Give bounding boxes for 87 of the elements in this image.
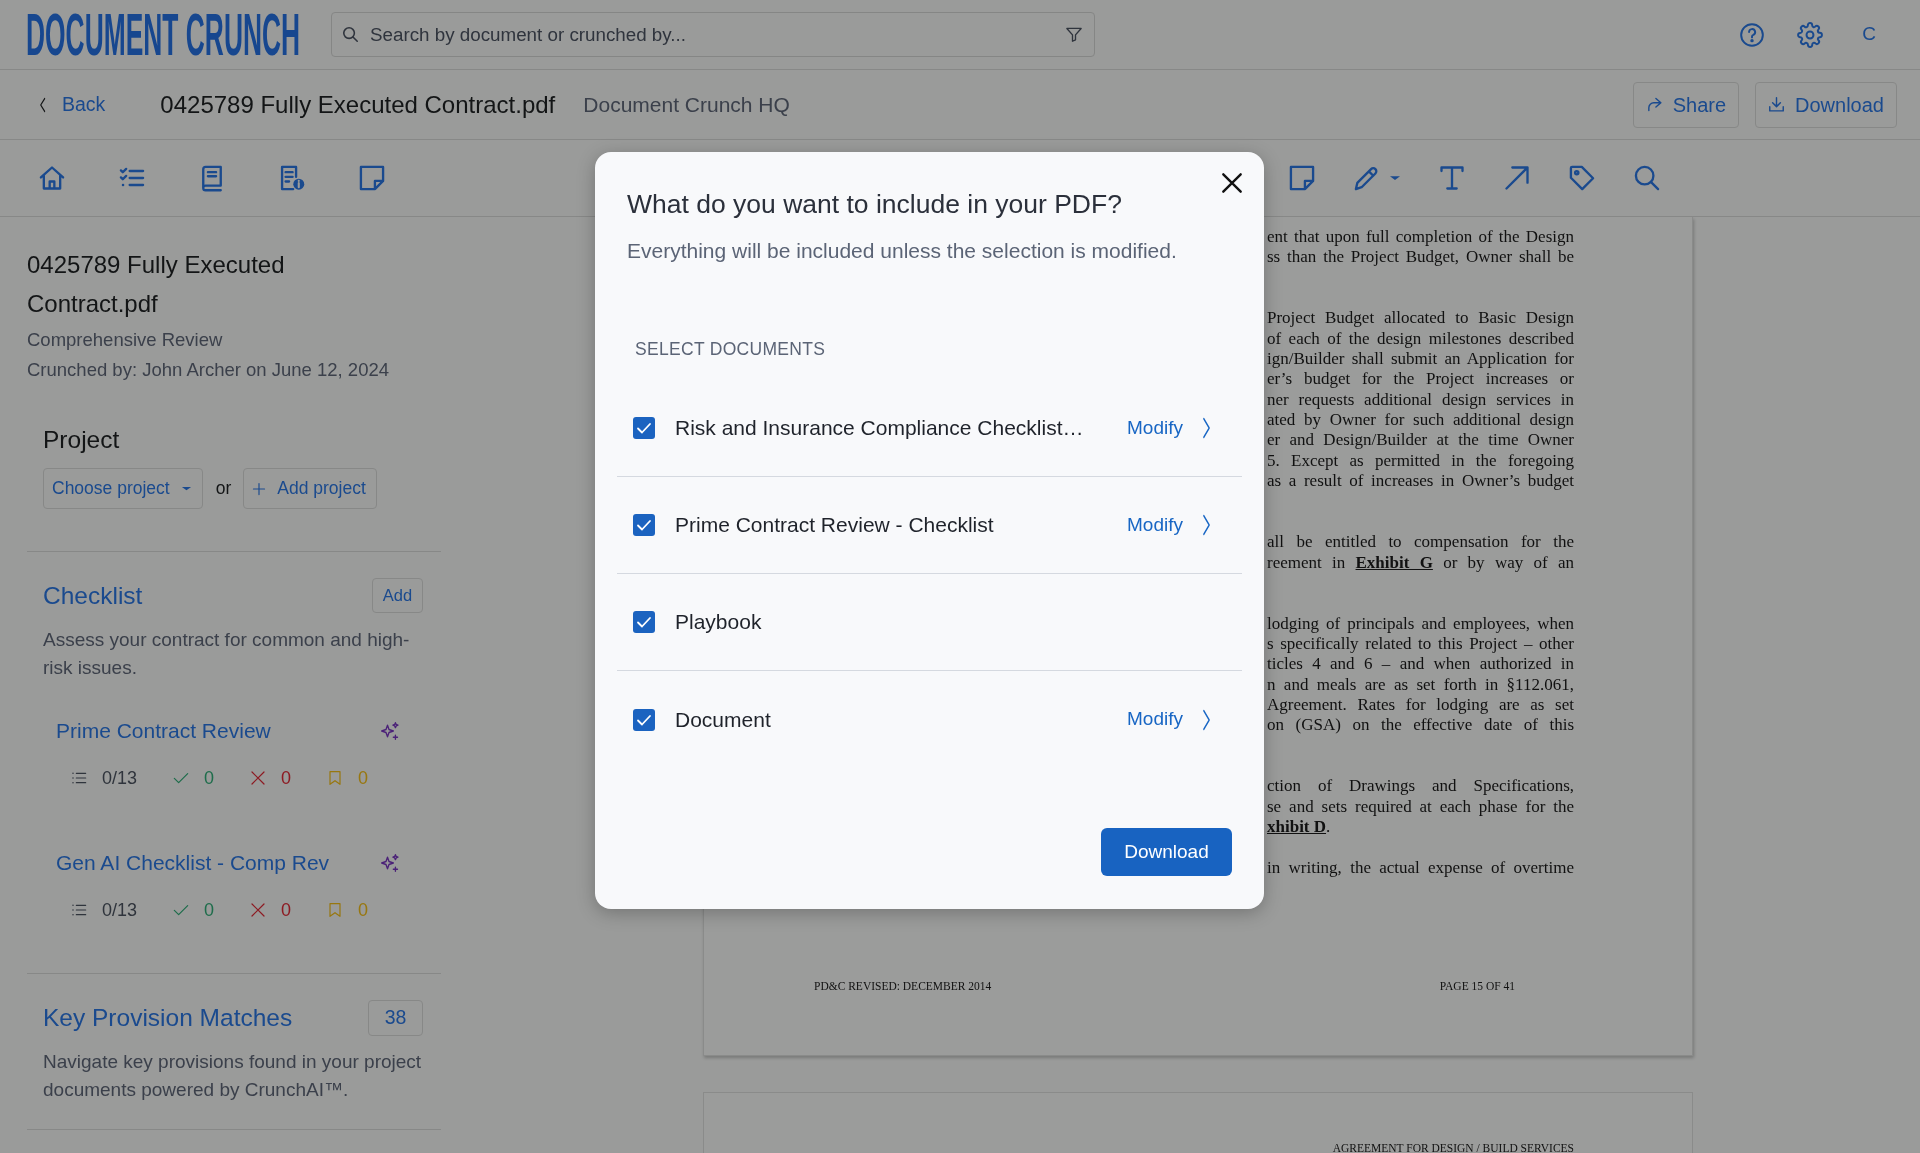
section-description: Navigate key provisions found in your project documents powered by CrunchAI™.	[43, 1050, 423, 1102]
sticky-note-icon[interactable]	[1288, 164, 1316, 192]
checklist-link[interactable]: Prime Contract Review	[56, 717, 271, 745]
stat-count: 0	[358, 766, 369, 790]
close-icon[interactable]	[1221, 172, 1243, 194]
cross-icon	[250, 770, 267, 786]
document-option-label: Prime Contract Review - Checklist	[675, 512, 994, 539]
add-button[interactable]: Add	[372, 578, 423, 613]
arrow-icon[interactable]	[1503, 164, 1531, 192]
document-paragraph: ction of Drawings and Specifications, se and sets required at each phase for the xhibit D.	[1267, 776, 1574, 838]
caret-icon	[180, 485, 192, 492]
check-icon	[173, 770, 190, 786]
tag-icon[interactable]	[1568, 164, 1596, 192]
document-option-label: Playbook	[675, 609, 762, 636]
app-logo: DOCUMENT CRUNCH	[26, 12, 301, 57]
settings-icon[interactable]	[1797, 21, 1824, 48]
check-icon	[173, 902, 190, 918]
stat-count: 0/13	[102, 766, 138, 790]
section-label: SELECT DOCUMENTS	[634, 338, 827, 361]
search-field[interactable]: Search by document or crunched by...	[331, 12, 1095, 57]
chevron-right-icon	[1200, 708, 1213, 731]
stat-count: 0	[204, 898, 215, 922]
dialog-title: What do you want to include in your PDF?	[627, 188, 1123, 221]
home-icon[interactable]	[38, 164, 66, 192]
section-heading: Project	[43, 425, 121, 455]
user-initial[interactable]: C	[1862, 20, 1876, 49]
bookmark-icon	[327, 770, 344, 786]
stat-count: 0	[281, 766, 292, 790]
modify-link[interactable]: Modify	[1127, 510, 1213, 540]
add-project-button[interactable]: Add project	[243, 468, 377, 509]
document-paragraph: Project Budget allocated to Basic Design of each of the design milestones described ign/Builder shall submit an Application for er’s budget for the Project increases or ner requests additional design services in ated by Owner for such additional design er and Design/Builder at the time Owner 5. Except as permitted in the foregoing as a result of increases in Owner’s budget	[1267, 308, 1574, 492]
sparkle-icon	[380, 721, 400, 741]
checkbox[interactable]	[633, 514, 655, 536]
document-info-icon[interactable]	[278, 164, 306, 192]
stat-count: 0	[358, 898, 369, 922]
checkbox[interactable]	[633, 611, 655, 633]
list-icon	[71, 770, 87, 786]
document-paragraph: ent that upon full completion of the Design ss than the Project Budget, Owner shall be	[1267, 227, 1574, 268]
download-button[interactable]: Download	[1101, 828, 1232, 876]
workspace-name: Document Crunch HQ	[583, 91, 790, 118]
crunched-by-text: Crunched by: John Archer on June 12, 2024	[27, 358, 391, 382]
document-option-label: Document	[675, 706, 771, 733]
sticky-note-icon[interactable]	[358, 164, 386, 192]
list-icon	[71, 902, 87, 918]
sparkle-icon	[380, 853, 400, 873]
checkbox[interactable]	[633, 708, 655, 731]
match-count: 38	[368, 1000, 423, 1036]
download-icon	[1768, 96, 1786, 113]
text-icon[interactable]	[1438, 164, 1466, 192]
search-icon[interactable]	[1633, 164, 1661, 192]
document-option-label: Risk and Insurance Compliance Checklist…	[675, 415, 1084, 442]
section-heading: Checklist	[43, 580, 143, 611]
review-type: Comprehensive Review	[27, 328, 224, 352]
plus-icon	[252, 481, 267, 496]
help-icon[interactable]	[1739, 21, 1766, 48]
document-paragraph: in writing, the actual expense of overtime	[1267, 857, 1574, 878]
modify-link[interactable]: Modify	[1127, 705, 1213, 734]
caret-icon[interactable]	[1389, 174, 1401, 182]
dialog-subtitle: Everything will be included unless the selection is modified.	[627, 238, 1178, 264]
document-title: 0425789 Fully Executed Contract.pdf	[27, 250, 286, 319]
chevron-right-icon	[1200, 417, 1213, 439]
modify-link[interactable]: Modify	[1127, 413, 1213, 443]
cross-icon	[250, 902, 267, 918]
or-label: or	[215, 477, 232, 501]
page-number: PAGE 15 OF 41	[1439, 979, 1515, 994]
chevron-left-icon	[38, 96, 48, 113]
document-paragraph: lodging of principals and employees, when s specifically related to this Project – other ticles 4 and 6 – and when authorized in n and meals are as set forth in §112.061, Agreement. Rates for lodging are as set on (GSA) on the effective date of this	[1267, 613, 1574, 736]
checklist-link[interactable]: Gen AI Checklist - Comp Rev	[56, 849, 330, 877]
document-title: 0425789 Fully Executed Contract.pdf	[160, 89, 556, 120]
project-dropdown[interactable]: Choose project	[43, 468, 203, 509]
share-icon	[1645, 96, 1663, 113]
page-footer-text: PD&C REVISED: DECEMBER 2014	[814, 979, 992, 994]
search-icon	[342, 26, 359, 43]
section-heading: Key Provision Matches	[43, 1003, 293, 1033]
download-button[interactable]: Download	[1755, 81, 1897, 128]
section-description: Assess your contract for common and high-risk issues.	[43, 628, 411, 680]
chevron-right-icon	[1200, 514, 1213, 536]
stat-count: 0	[204, 766, 215, 790]
share-button[interactable]: Share	[1632, 81, 1740, 128]
back-link[interactable]: Back	[38, 89, 106, 120]
filter-icon[interactable]	[1065, 26, 1083, 43]
page-header-text: AGREEMENT FOR DESIGN / BUILD SERVICES	[1332, 1142, 1574, 1153]
bookmark-icon	[327, 902, 344, 918]
stat-count: 0/13	[102, 898, 138, 922]
stat-count: 0	[281, 898, 292, 922]
checkbox[interactable]	[633, 417, 655, 439]
document-paragraph: all be entitled to compensation for the reement in Exhibit G or by way of an	[1267, 532, 1574, 573]
